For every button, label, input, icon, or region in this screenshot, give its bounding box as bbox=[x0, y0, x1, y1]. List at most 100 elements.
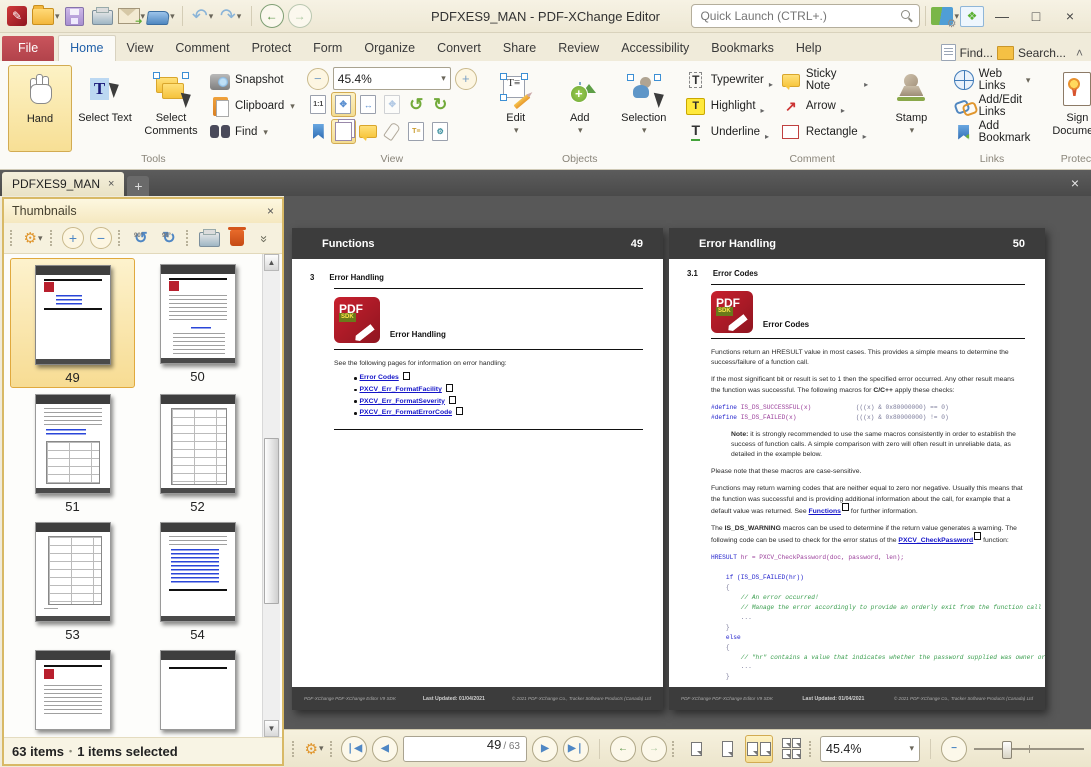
next-view-button[interactable]: → bbox=[641, 736, 667, 762]
thumbnail-page-54[interactable]: 54 bbox=[135, 516, 260, 644]
document-tab-active[interactable]: PDFXES9_MAN × bbox=[2, 172, 124, 196]
thumbnails-zoom-out-button[interactable]: − bbox=[90, 227, 112, 249]
zoom-level-combo[interactable]: 45.4% ▾ bbox=[333, 67, 451, 90]
document-view[interactable]: Functions 49 3 Error Handling PDF SDK bbox=[284, 196, 1091, 729]
comments-pane-button[interactable] bbox=[357, 120, 380, 143]
delete-pages-button[interactable] bbox=[226, 227, 248, 249]
first-page-button[interactable]: ❘◀ bbox=[341, 736, 367, 762]
tab-review[interactable]: Review bbox=[547, 36, 610, 61]
page-49[interactable]: Functions 49 3 Error Handling PDF SDK bbox=[292, 228, 663, 710]
zoom-out-button[interactable]: − bbox=[307, 68, 329, 90]
hand-tool-button[interactable]: Hand bbox=[8, 65, 72, 152]
collapse-ribbon-button[interactable]: ˄ bbox=[1076, 46, 1083, 60]
tab-convert[interactable]: Convert bbox=[426, 36, 492, 61]
redo-button[interactable]: ↷▾ bbox=[218, 3, 244, 29]
thumbnail-page-53[interactable]: 53 bbox=[10, 516, 135, 644]
selection-button[interactable]: Selection ▾ bbox=[613, 65, 675, 152]
previous-page-button[interactable]: ◀ bbox=[372, 736, 398, 762]
select-text-button[interactable]: T Select Text bbox=[74, 65, 136, 152]
thumbnails-zoom-in-button[interactable]: + bbox=[62, 227, 84, 249]
edit-objects-button[interactable]: T≡ Edit ▾ bbox=[485, 65, 547, 152]
thumbnail-page-50[interactable]: 50 bbox=[135, 258, 260, 388]
rotate-cw-90-button[interactable]: ↻90° bbox=[158, 227, 180, 249]
thumbnails-scrollbar-thumb[interactable] bbox=[264, 438, 279, 604]
quick-launch-box[interactable] bbox=[691, 4, 920, 28]
close-button[interactable]: × bbox=[1053, 4, 1087, 28]
tab-organize[interactable]: Organize bbox=[353, 36, 426, 61]
attachments-pane-button[interactable] bbox=[381, 120, 404, 143]
last-page-button[interactable]: ▶❘ bbox=[563, 736, 589, 762]
fit-visible-button[interactable]: ✥ bbox=[381, 93, 404, 116]
rectangle-button[interactable]: Rectangle ▸ bbox=[778, 120, 871, 144]
tab-form[interactable]: Form bbox=[302, 36, 353, 61]
ui-options-button[interactable]: ▾ bbox=[931, 3, 959, 29]
tab-file[interactable]: File bbox=[2, 36, 54, 61]
tab-view[interactable]: View bbox=[116, 36, 165, 61]
history-back-button[interactable]: ← bbox=[259, 3, 285, 29]
tab-accessibility[interactable]: Accessibility bbox=[610, 36, 700, 61]
thumbnails-pane-button[interactable] bbox=[331, 119, 356, 144]
rotate-ccw-button[interactable]: ↺ bbox=[405, 93, 428, 116]
zoom-combo[interactable]: 45.4% ▾ bbox=[820, 736, 920, 762]
thumbnail-page-49[interactable]: 49 bbox=[10, 258, 135, 388]
clipboard-button[interactable]: Clipboard ▾ bbox=[206, 94, 299, 118]
maximize-button[interactable]: □ bbox=[1019, 4, 1053, 28]
thumbnails-options-button[interactable]: ⚙▾ bbox=[22, 227, 44, 249]
scan-button[interactable]: ▾ bbox=[147, 3, 175, 29]
minimize-button[interactable]: — bbox=[985, 4, 1019, 28]
open-button[interactable]: ▾ bbox=[32, 3, 60, 29]
zoom-slider[interactable] bbox=[974, 748, 1084, 750]
page-number-box[interactable]: 49 / 63 bbox=[403, 736, 527, 762]
quick-launch-input[interactable] bbox=[698, 8, 901, 24]
close-document-button[interactable]: × bbox=[1063, 173, 1087, 193]
thumbnail-page-55-partial[interactable] bbox=[10, 644, 135, 732]
actual-size-button[interactable]: 1:1 bbox=[307, 93, 330, 116]
print-pages-button[interactable] bbox=[198, 227, 220, 249]
statusbar-options-button[interactable]: ⚙▾ bbox=[303, 738, 325, 760]
thumbnail-page-52[interactable]: 52 bbox=[135, 388, 260, 516]
fit-width-button[interactable]: ↔ bbox=[357, 93, 380, 116]
bookmarks-pane-button[interactable] bbox=[307, 120, 330, 143]
tab-share[interactable]: Share bbox=[492, 36, 547, 61]
two-page-layout-button[interactable] bbox=[745, 735, 773, 763]
find-button[interactable]: Find... bbox=[960, 46, 993, 60]
history-forward-button[interactable]: → bbox=[287, 3, 313, 29]
rotate-ccw-90-button[interactable]: ↺90° bbox=[130, 227, 152, 249]
tab-comment[interactable]: Comment bbox=[164, 36, 240, 61]
new-document-tab-button[interactable]: + bbox=[127, 176, 149, 196]
previous-view-button[interactable]: ← bbox=[610, 736, 636, 762]
highlight-button[interactable]: T Highlight ▸ bbox=[683, 94, 776, 118]
scroll-up-icon[interactable]: ▲ bbox=[264, 254, 279, 271]
doc-link[interactable]: Functions bbox=[808, 508, 840, 515]
zoom-in-button[interactable]: + bbox=[455, 68, 477, 90]
sticky-note-button[interactable]: Sticky Note ▸ bbox=[778, 68, 871, 92]
doc-link[interactable]: PXCV_Err_FormatSeverity bbox=[360, 397, 445, 407]
snapshot-button[interactable]: Snapshot bbox=[206, 68, 299, 92]
add-edit-links-button[interactable]: Add/Edit Links bbox=[950, 94, 1035, 118]
thumbnail-page-56-partial[interactable] bbox=[135, 644, 260, 732]
doc-link[interactable]: PXCV_Err_FormatErrorCode bbox=[360, 408, 453, 418]
stamp-button[interactable]: Stamp ▾ bbox=[881, 65, 942, 152]
fit-page-button[interactable]: ✥ bbox=[331, 92, 356, 117]
single-page-layout-button[interactable] bbox=[683, 736, 709, 762]
underline-button[interactable]: T Underline ▸ bbox=[683, 120, 776, 144]
next-page-button[interactable]: ▶ bbox=[532, 736, 558, 762]
thumbnails-panel-close-button[interactable]: × bbox=[267, 204, 274, 218]
typewriter-button[interactable]: T Typewriter ▸ bbox=[683, 68, 776, 92]
page-50[interactable]: Error Handling 50 3.1 Error Codes PDF S bbox=[669, 228, 1045, 710]
arrow-button[interactable]: ↗ Arrow ▸ bbox=[778, 94, 871, 118]
undo-button[interactable]: ↶▾ bbox=[190, 3, 216, 29]
save-button[interactable] bbox=[62, 3, 88, 29]
content-pane-button[interactable]: T≡ bbox=[405, 120, 428, 143]
sign-document-button[interactable]: Sign Document bbox=[1042, 65, 1091, 152]
zoom-slider-handle[interactable] bbox=[1002, 741, 1012, 759]
print-button[interactable] bbox=[90, 3, 116, 29]
find-tool-button[interactable]: Find ▾ bbox=[206, 120, 299, 144]
tab-protect[interactable]: Protect bbox=[241, 36, 303, 61]
email-button[interactable]: ▾ bbox=[118, 3, 146, 29]
two-page-continuous-button[interactable] bbox=[778, 736, 804, 762]
app-menu-button[interactable]: ✎ bbox=[4, 3, 30, 29]
continuous-layout-button[interactable] bbox=[714, 736, 740, 762]
zoom-out-statusbar-button[interactable]: − bbox=[941, 736, 967, 762]
thumbnail-page-51[interactable]: 51 bbox=[10, 388, 135, 516]
